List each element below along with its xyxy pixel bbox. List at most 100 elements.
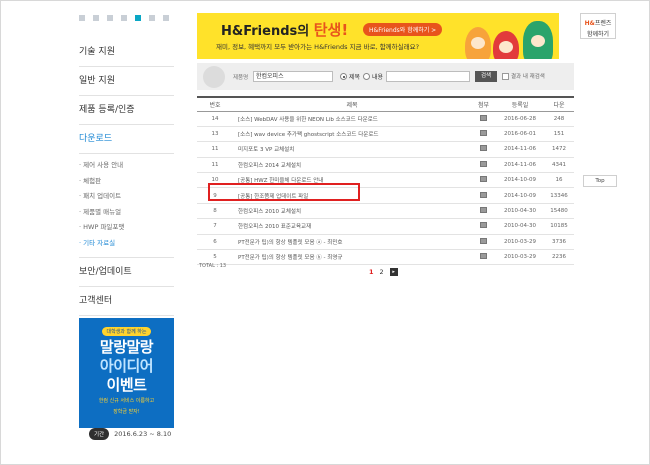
search-button[interactable]: 검색	[475, 71, 497, 82]
indicator-square	[107, 15, 113, 21]
cell-title-link[interactable]: 한컴오피스 2010 표준교육교재	[233, 218, 471, 235]
sidebar-item-general-support[interactable]: 일반 지원	[79, 67, 174, 96]
cell-no: 7	[197, 218, 233, 235]
cell-file[interactable]	[471, 141, 496, 158]
table-row[interactable]: 11 미지포토 3 VP 교체설치 2014-11-06 1472	[197, 141, 574, 158]
cell-date: 2014-10-09	[496, 187, 544, 204]
file-attachment-icon[interactable]	[480, 253, 487, 260]
cell-date: 2016-06-28	[496, 111, 544, 127]
header-title: 제목	[233, 96, 471, 112]
quick-link-brand-rest: 프렌즈	[594, 20, 612, 27]
sidebar-sub-item[interactable]: HWP 파일포맷	[79, 220, 174, 236]
cell-date: 2016-06-01	[496, 126, 544, 143]
indicator-square-active	[135, 15, 141, 21]
cell-file[interactable]	[471, 157, 496, 174]
table-row[interactable]: 6 PT전문가 팁)의 항상 템플릿 모음 ⓐ - 최민호 2010-03-29 37…	[197, 234, 574, 251]
cell-title-link[interactable]: 한컴오피스 2010 교체설치	[233, 203, 471, 220]
table-row[interactable]: 5 PT전문가 팁)의 항상 템플릿 모음 ⓑ - 최영규 2010-03-29 22…	[197, 249, 574, 266]
cell-file[interactable]	[471, 111, 496, 127]
sidebar-sub-item[interactable]: 제품별 매뉴얼	[79, 205, 174, 221]
quick-link-brand: H&프렌즈	[581, 18, 615, 27]
file-attachment-icon[interactable]	[480, 191, 487, 198]
table-row[interactable]: 14 [소스] WebDAV 사용을 위한 NEON Lib 소스코드 다운로드 2…	[197, 111, 574, 127]
cell-no: 10	[197, 172, 233, 189]
file-attachment-icon[interactable]	[480, 222, 487, 229]
sidebar-sub-item-active[interactable]: 기타 자료실	[79, 236, 174, 252]
search-within-results[interactable]: 결과 내 재검색	[502, 72, 545, 80]
sidebar-sub-item[interactable]: 패치 업데이트	[79, 189, 174, 205]
header-downloads: 다운	[544, 96, 574, 112]
sidebar-item-product-registration[interactable]: 제품 등록/인증	[79, 96, 174, 125]
cell-downloads: 151	[544, 126, 574, 143]
file-attachment-icon[interactable]	[480, 145, 487, 152]
next-page-button[interactable]: ▸	[389, 268, 398, 276]
radio-title-dot[interactable]	[340, 73, 347, 80]
cell-title-link[interactable]: 한컴오피스 2014 교체설치	[233, 157, 471, 174]
table-row[interactable]: 7 한컴오피스 2010 표준교육교재 2010-04-30 10185	[197, 218, 574, 235]
cell-title-link[interactable]: [공통] 한조쯤제 업데이트 파일	[233, 187, 471, 204]
cell-file[interactable]	[471, 249, 496, 266]
cell-no: 9	[197, 187, 233, 204]
indicator-square	[79, 15, 85, 21]
table-row[interactable]: 8 한컴오피스 2010 교체설치 2010-04-30 15480	[197, 203, 574, 220]
cell-file[interactable]	[471, 187, 496, 204]
promo-line-2: 아이디어	[99, 357, 154, 375]
page-link-current[interactable]: 1	[369, 268, 374, 276]
cell-file[interactable]	[471, 203, 496, 220]
top-button[interactable]: Top	[583, 175, 617, 187]
file-attachment-icon[interactable]	[480, 160, 487, 167]
sidebar-nav: 기술 지원 일반 지원 제품 등록/인증 다운로드 제어 사용 안내 체험판 패…	[79, 38, 174, 316]
hfriends-quick-link[interactable]: H&프렌즈 함께하기	[580, 13, 616, 39]
cell-file[interactable]	[471, 234, 496, 251]
cell-file[interactable]	[471, 172, 496, 189]
file-attachment-icon[interactable]	[480, 207, 487, 214]
cell-date: 2014-10-09	[496, 172, 544, 189]
sidebar-sub-item[interactable]: 체험판	[79, 174, 174, 190]
cell-title-link[interactable]: PT전문가 팁)의 항상 템플릿 모음 ⓑ - 최영규	[233, 249, 471, 266]
file-attachment-icon[interactable]	[480, 237, 487, 244]
file-attachment-icon[interactable]	[480, 130, 487, 137]
table-row[interactable]: 11 한컴오피스 2014 교체설치 2014-11-06 4341	[197, 157, 574, 174]
banner-title-prefix: H&Friends의	[221, 24, 310, 39]
cell-downloads: 2236	[544, 249, 574, 266]
cell-title-link[interactable]: 미지포토 3 VP 교체설치	[233, 141, 471, 158]
banner-cta-button[interactable]: H&Friends와 함께하기 >	[363, 23, 443, 36]
cell-date: 2014-11-06	[496, 141, 544, 158]
table-row[interactable]: 9 [공통] 한조쯤제 업데이트 파일 2014-10-09 13346	[197, 187, 574, 204]
promo-event-banner[interactable]: 대학생과 함께 하는 말랑말랑 아이디어 이벤트 한컴 신규 서비스 이름하고 …	[79, 318, 174, 428]
cell-file[interactable]	[471, 218, 496, 235]
sidebar-item-tech-support[interactable]: 기술 지원	[79, 38, 174, 67]
within-checkbox[interactable]	[502, 72, 509, 80]
promo-period: 기간 2016.6.23 ~ 8.10	[89, 428, 171, 440]
radio-title[interactable]: 제목	[340, 72, 360, 81]
search-input[interactable]	[386, 71, 470, 82]
cell-title-link[interactable]: PT전문가 팁)의 항상 템플릿 모음 ⓐ - 최민호	[233, 234, 471, 251]
cell-file[interactable]	[471, 126, 496, 143]
table-row[interactable]: 10 [공통] HWZ 한미을체 다운로드 안내 2014-10-09 16	[197, 172, 574, 189]
hfriends-banner[interactable]: H&Friends의 탄생! H&Friends와 함께하기 > 재미, 정보,…	[197, 13, 559, 59]
file-attachment-icon[interactable]	[480, 176, 487, 183]
indicator-square	[163, 15, 169, 21]
sidebar-item-download[interactable]: 다운로드	[79, 125, 174, 154]
promo-line-1: 말랑말랑	[99, 338, 154, 356]
table-row[interactable]: 13 [소스] wav device 추가팩 ghostscript 소스코드 다…	[197, 126, 574, 143]
cell-downloads: 16	[544, 172, 574, 189]
page-link[interactable]: 2	[380, 268, 384, 276]
category-select[interactable]: 한컴오피스	[253, 71, 333, 82]
cell-downloads: 3736	[544, 234, 574, 251]
cell-title-link[interactable]: [소스] WebDAV 사용을 위한 NEON Lib 소스코드 다운로드	[233, 111, 471, 127]
cell-title-link[interactable]: [소스] wav device 추가팩 ghostscript 소스코드 다운로…	[233, 126, 471, 143]
banner-subtitle: 재미, 정보, 혜택까지 모두 받아가는 H&Friends 지금 바로, 함께…	[216, 43, 420, 51]
download-table: 번호 제목 첨부 등록일 다운 14 [소스] WebDAV 사용을 위한 NEO…	[197, 96, 574, 266]
banner-title: H&Friends의 탄생!	[221, 19, 348, 40]
radio-content-dot[interactable]	[363, 73, 370, 80]
sidebar-item-security[interactable]: 보안/업데이트	[79, 258, 174, 287]
cell-title-link[interactable]: [공통] HWZ 한미을체 다운로드 안내	[233, 172, 471, 189]
sidebar-sub-item[interactable]: 제어 사용 안내	[79, 158, 174, 174]
sidebar-item-customer-center[interactable]: 고객센터	[79, 287, 174, 316]
header-date: 등록일	[496, 96, 544, 112]
file-attachment-icon[interactable]	[480, 114, 487, 121]
cell-downloads: 248	[544, 111, 574, 127]
radio-content[interactable]: 내용	[363, 72, 383, 81]
search-decoration-icon	[203, 66, 225, 88]
